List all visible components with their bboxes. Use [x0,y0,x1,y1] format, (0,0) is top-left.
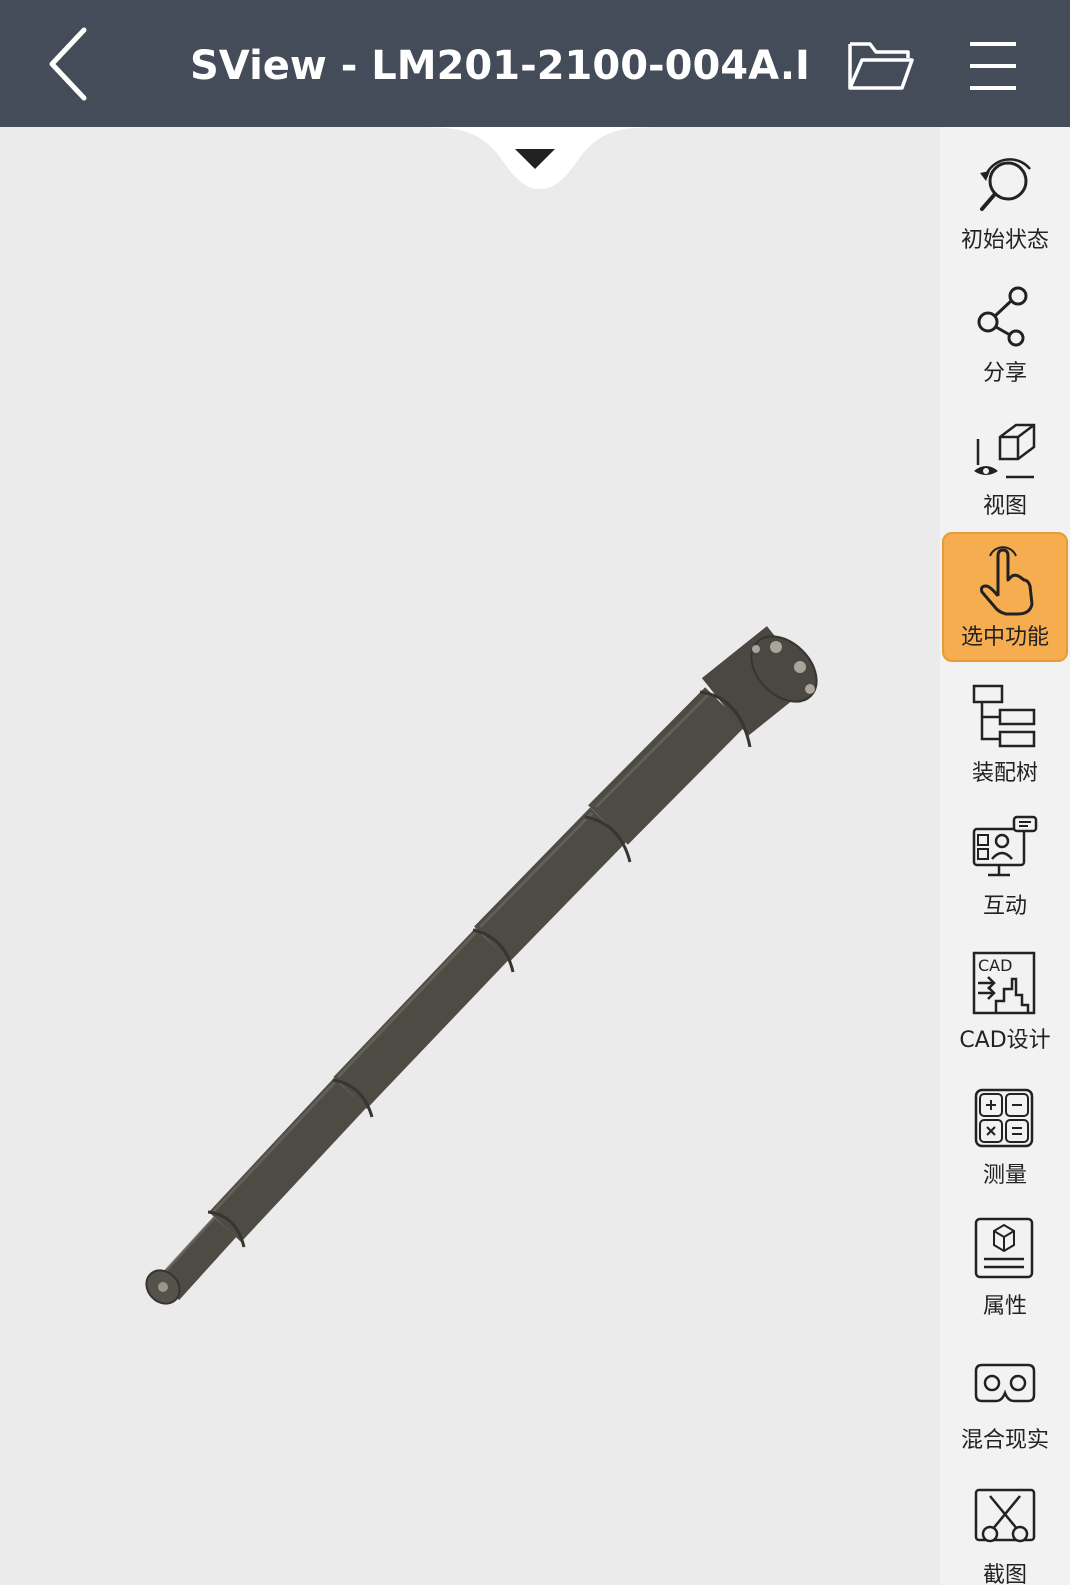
shaft-model[interactable] [0,127,940,1585]
hamburger-menu-icon [970,42,1016,90]
assembly-tree-icon [972,684,1036,748]
tool-measure[interactable]: 测量 [942,1072,1068,1202]
top-app-bar: SView - LM201-2100-004A.I. . [0,0,1070,127]
tool-label: 视图 [982,494,1027,519]
tool-properties[interactable]: 属性 [942,1203,1068,1333]
tool-screenshot[interactable]: 截图 [942,1472,1068,1585]
tool-label: 初始状态 [960,228,1049,253]
folder-open-icon [848,42,914,90]
pull-down-tab[interactable] [420,127,660,197]
cad-design-icon: CAD [972,951,1036,1015]
tool-share[interactable]: 分享 [942,270,1068,400]
mixed-reality-icon [974,1363,1036,1403]
reset-view-icon [980,158,1031,211]
measure-icon [974,1088,1034,1148]
screenshot-icon [974,1488,1036,1543]
3d-viewport[interactable] [0,127,940,1585]
interaction-icon [972,815,1038,877]
tool-sidebar: 初始状态 分享 视图 选中功能 装配树 互动 CAD CAD设计 测量 属性 混… [940,127,1070,1585]
tool-label: 混合现实 [960,1428,1049,1453]
share-icon [977,286,1028,347]
tool-label: 装配树 [971,761,1038,786]
pull-tab-shape [420,127,660,189]
main-menu-button[interactable] [968,40,1018,92]
tool-label: 选中功能 [960,625,1049,650]
tool-label: 截图 [982,1563,1027,1585]
cad-icon-text: CAD [978,956,1012,975]
open-file-button[interactable] [846,36,916,96]
document-title: SView - LM201-2100-004A.I. . [190,43,810,89]
tool-label: 测量 [982,1163,1027,1188]
tool-cad-design[interactable]: CAD CAD设计 [942,937,1068,1067]
tool-label: 互动 [982,894,1027,919]
tool-mixed-reality[interactable]: 混合现实 [942,1337,1068,1467]
tool-label: 属性 [982,1294,1027,1319]
tool-select[interactable]: 选中功能 [942,532,1068,662]
view-cube-icon [974,423,1036,479]
tool-label: CAD设计 [959,1028,1051,1053]
hand-pointer-icon [980,546,1034,616]
tool-label: 分享 [982,361,1027,386]
tool-assembly-tree[interactable]: 装配树 [942,670,1068,800]
tool-reset-view[interactable]: 初始状态 [942,137,1068,267]
tool-interaction[interactable]: 互动 [942,803,1068,933]
back-button[interactable] [30,24,110,104]
tool-view[interactable]: 视图 [942,403,1068,533]
properties-icon [974,1217,1034,1279]
chevron-left-icon [49,27,87,101]
